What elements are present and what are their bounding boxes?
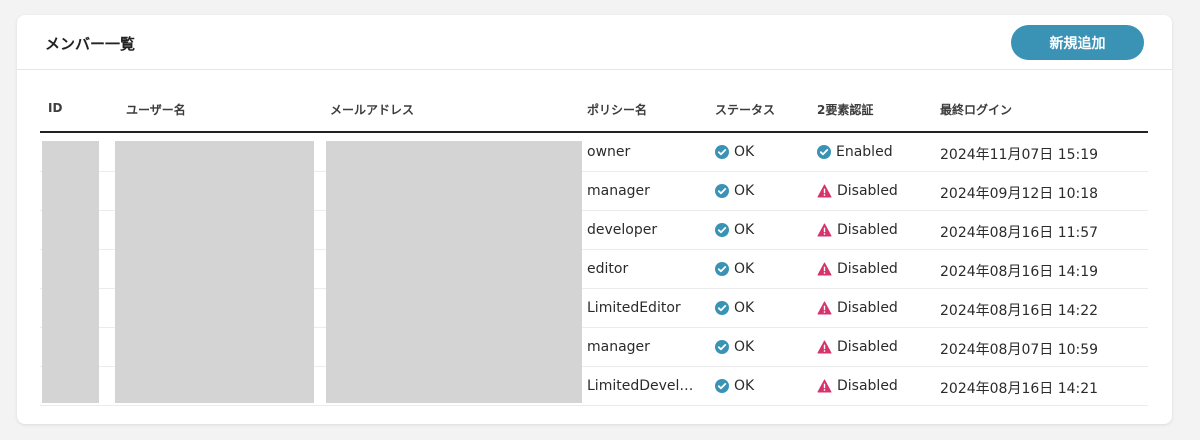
two-factor-cell: Disabled — [817, 378, 898, 394]
two-factor-text: Disabled — [837, 222, 898, 238]
policy-cell: manager — [587, 339, 650, 355]
status-text: OK — [734, 183, 755, 199]
policy-cell: editor — [587, 261, 629, 277]
policy-cell: developer — [587, 222, 658, 238]
column-header-last-login[interactable]: 最終ログイン — [940, 101, 1012, 118]
column-header-two-factor[interactable]: 2要素認証 — [817, 101, 873, 118]
policy-cell: owner — [587, 144, 631, 160]
check-circle-icon — [715, 379, 729, 393]
two-factor-cell: Disabled — [817, 339, 898, 355]
status-text: OK — [734, 300, 755, 316]
warning-triangle-icon — [817, 301, 832, 315]
table-header: ID ユーザー名 メールアドレス ポリシー名 ステータス 2要素認証 最終ログイ… — [40, 93, 1148, 133]
warning-triangle-icon — [817, 223, 832, 237]
card-header: メンバー一覧 新規追加 — [17, 15, 1172, 70]
redacted-email-column — [326, 141, 582, 403]
column-header-email[interactable]: メールアドレス — [330, 101, 414, 118]
check-circle-icon — [715, 184, 729, 198]
warning-triangle-icon — [817, 184, 832, 198]
warning-triangle-icon — [817, 379, 832, 393]
two-factor-text: Disabled — [837, 300, 898, 316]
column-header-status[interactable]: ステータス — [715, 101, 775, 118]
two-factor-cell: Disabled — [817, 183, 898, 199]
status-cell: OK — [715, 222, 754, 238]
status-text: OK — [734, 261, 755, 277]
two-factor-cell: Disabled — [817, 222, 898, 238]
check-circle-icon — [817, 145, 831, 159]
last-login-cell: 2024年08月07日 10:59 — [940, 342, 1099, 358]
check-circle-icon — [715, 145, 729, 159]
status-text: OK — [734, 144, 755, 160]
status-cell: OK — [715, 378, 754, 394]
status-cell: OK — [715, 183, 754, 199]
last-login-cell: 2024年08月16日 14:19 — [940, 264, 1099, 280]
policy-cell: LimitedDevel… — [587, 378, 694, 394]
last-login-cell: 2024年08月16日 14:21 — [940, 381, 1099, 397]
check-circle-icon — [715, 301, 729, 315]
two-factor-cell: Enabled — [817, 144, 893, 160]
last-login-cell: 2024年09月12日 10:18 — [940, 186, 1099, 202]
check-circle-icon — [715, 262, 729, 276]
redacted-id-column — [42, 141, 99, 403]
policy-cell: LimitedEditor — [587, 300, 681, 316]
status-cell: OK — [715, 144, 754, 160]
last-login-cell: 2024年08月16日 14:22 — [940, 303, 1099, 319]
redacted-username-column — [115, 141, 314, 403]
two-factor-text: Disabled — [837, 378, 898, 394]
two-factor-cell: Disabled — [817, 261, 898, 277]
check-circle-icon — [715, 223, 729, 237]
column-header-policy[interactable]: ポリシー名 — [587, 101, 647, 118]
warning-triangle-icon — [817, 340, 832, 354]
two-factor-cell: Disabled — [817, 300, 898, 316]
two-factor-text: Disabled — [837, 183, 898, 199]
status-cell: OK — [715, 261, 754, 277]
page-title: メンバー一覧 — [45, 35, 136, 53]
last-login-cell: 2024年11月07日 15:19 — [940, 147, 1099, 163]
members-table: ID ユーザー名 メールアドレス ポリシー名 ステータス 2要素認証 最終ログイ… — [40, 93, 1148, 406]
add-member-button[interactable]: 新規追加 — [1011, 25, 1144, 60]
status-text: OK — [734, 222, 755, 238]
status-text: OK — [734, 339, 755, 355]
status-cell: OK — [715, 339, 754, 355]
two-factor-text: Disabled — [837, 339, 898, 355]
column-header-id[interactable]: ID — [48, 101, 62, 115]
table-body: owner OK Enabled 2024年11月07日 15:19 manag… — [40, 133, 1148, 406]
column-header-username[interactable]: ユーザー名 — [126, 101, 186, 118]
warning-triangle-icon — [817, 262, 832, 276]
members-card: メンバー一覧 新規追加 ID ユーザー名 メールアドレス ポリシー名 ステータス… — [17, 15, 1172, 424]
two-factor-text: Enabled — [836, 144, 893, 160]
last-login-cell: 2024年08月16日 11:57 — [940, 225, 1099, 241]
two-factor-text: Disabled — [837, 261, 898, 277]
status-text: OK — [734, 378, 755, 394]
status-cell: OK — [715, 300, 754, 316]
policy-cell: manager — [587, 183, 650, 199]
check-circle-icon — [715, 340, 729, 354]
